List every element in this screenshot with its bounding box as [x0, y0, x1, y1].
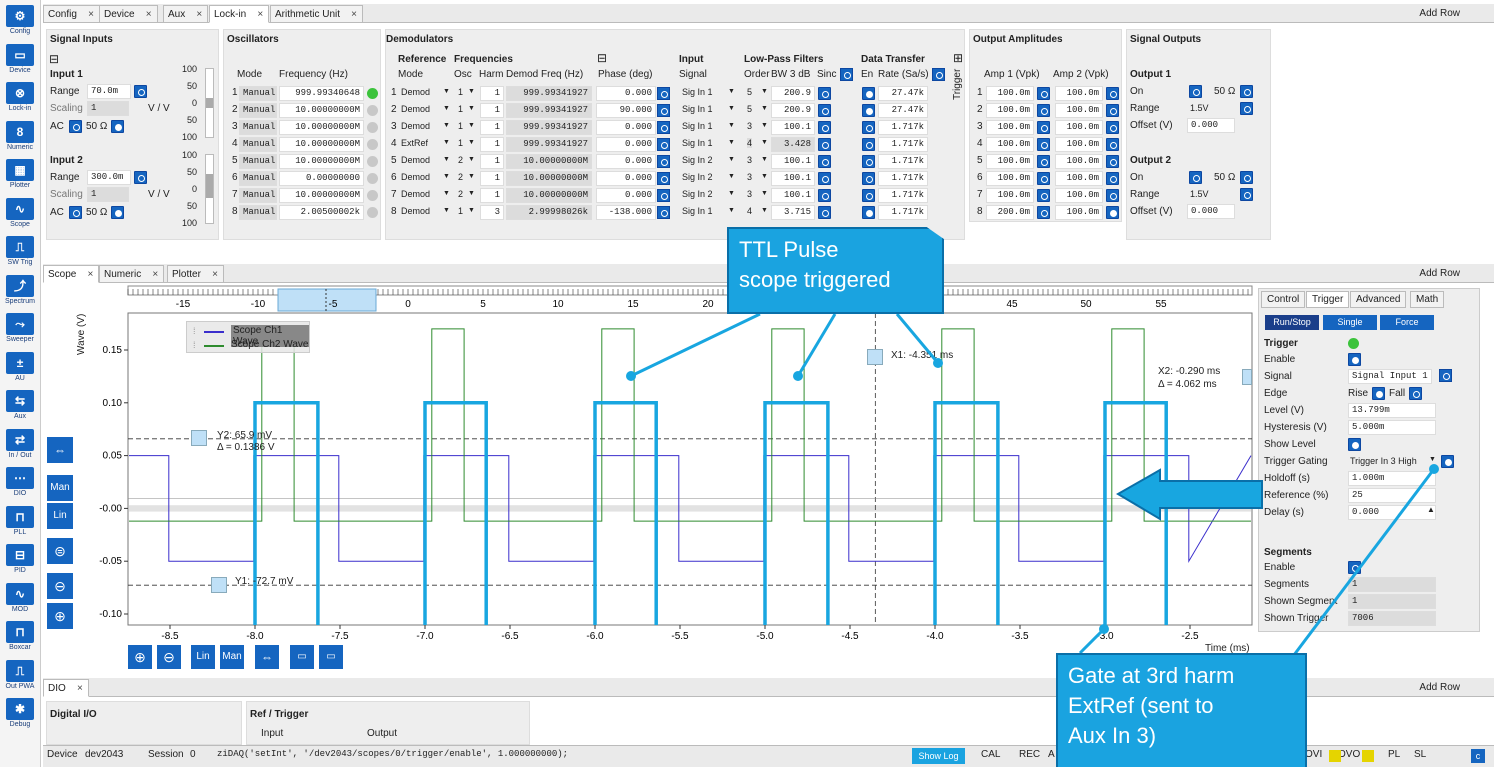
- connector-dot: [933, 358, 943, 368]
- ttl-connector-line: [895, 313, 940, 364]
- connector-dot: [626, 371, 636, 381]
- gate-connector-line: [1078, 627, 1106, 655]
- ttl-callout-line1: TTL Pulse: [739, 237, 839, 262]
- connector-dot: [1429, 464, 1439, 474]
- ttl-connector-line: [796, 313, 837, 377]
- gate-callout-line3: Aux In 3): [1068, 723, 1157, 748]
- gate-callout-line1: Gate at 3rd harm: [1068, 663, 1235, 688]
- ttl-connector-line: [630, 312, 761, 378]
- callout-connectors: [626, 312, 1439, 656]
- gate-callout: Gate at 3rd harm ExtRef (sent to Aux In …: [1056, 653, 1307, 767]
- gate-callout-line2: ExtRef (sent to: [1068, 693, 1214, 718]
- ttl-callout: TTL Pulse scope triggered: [727, 227, 944, 314]
- ttl-callout-line2: scope triggered: [739, 267, 891, 292]
- connector-dot: [793, 371, 803, 381]
- gate-connector-line: [1292, 468, 1436, 656]
- arrow-left-icon: [1116, 468, 1263, 521]
